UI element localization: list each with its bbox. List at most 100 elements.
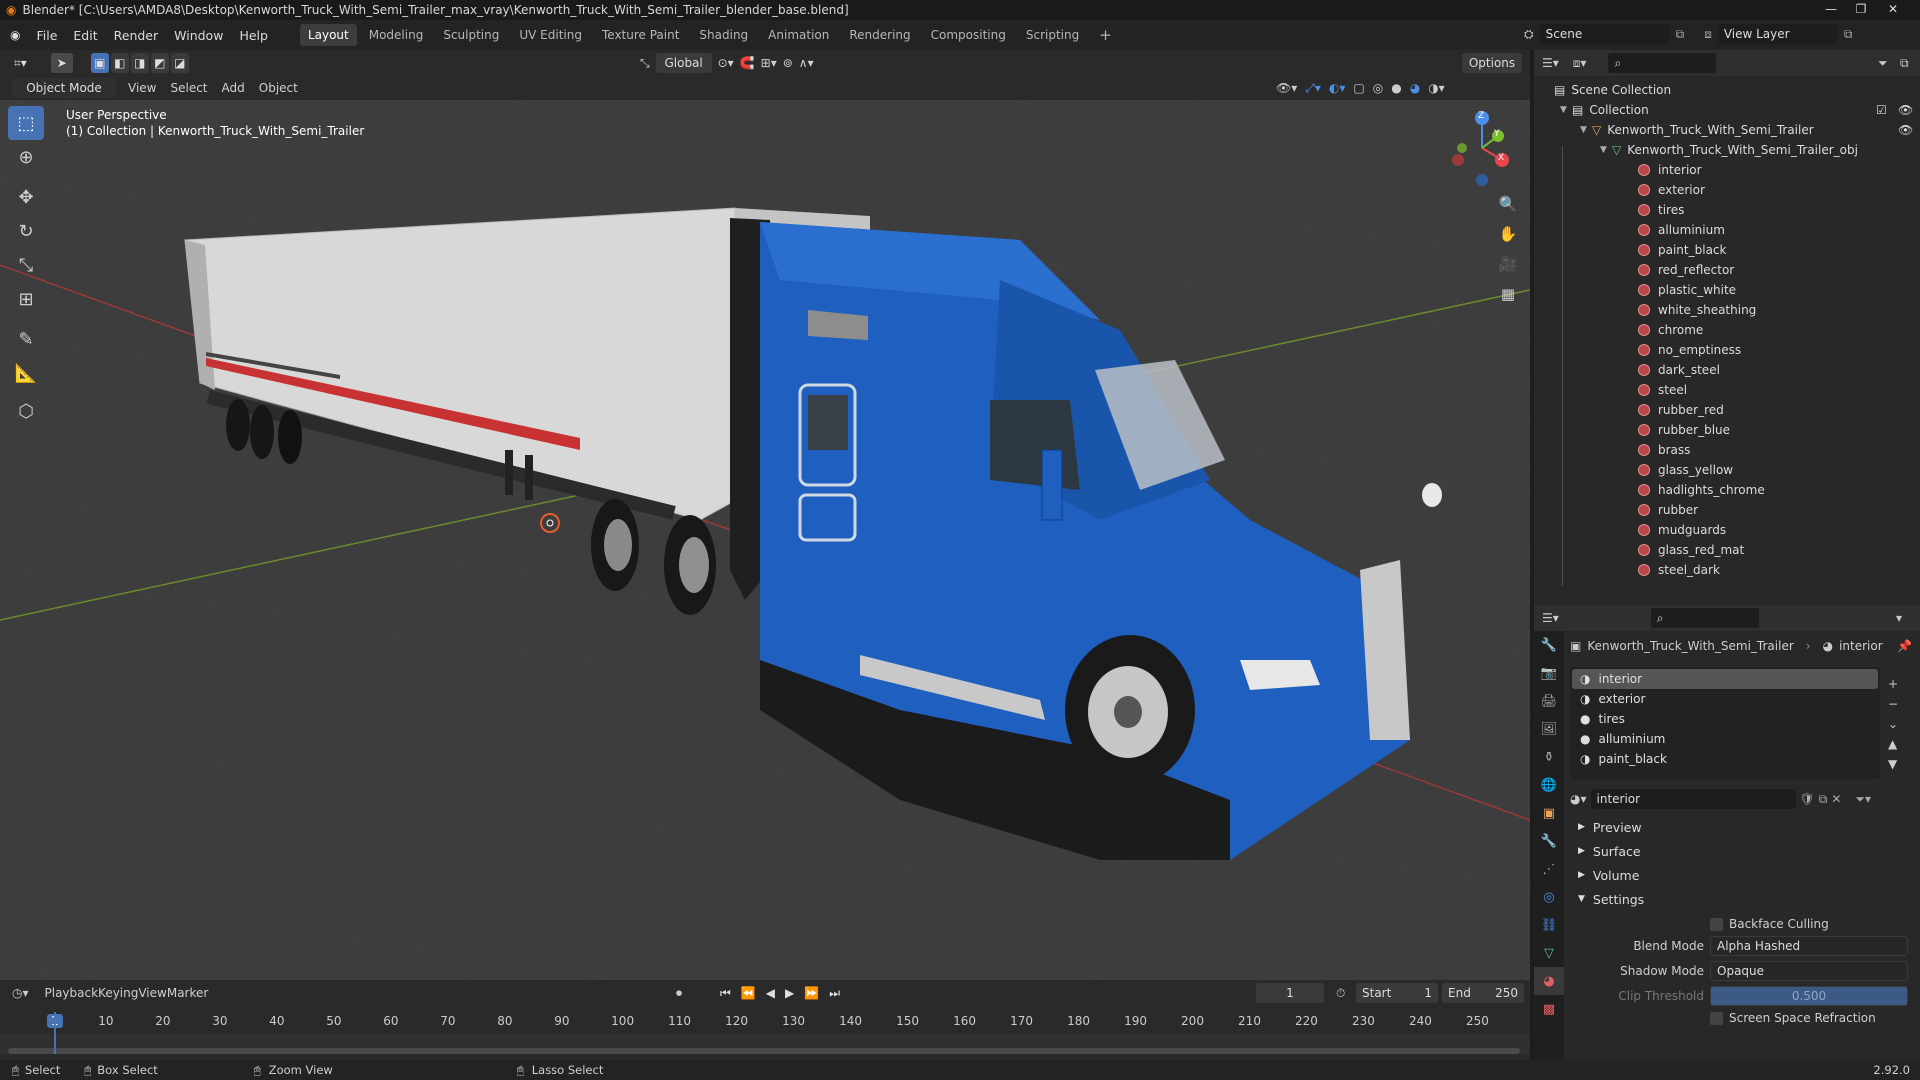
world-tab-icon[interactable]: 🌐 (1534, 771, 1564, 799)
timeline-menu-keying[interactable]: Keying (98, 986, 138, 1000)
output-tab-icon[interactable]: 🖨 (1534, 687, 1564, 715)
xray-icon[interactable]: ▢ (1353, 81, 1364, 95)
tab-modeling[interactable]: Modeling (361, 24, 432, 46)
timeline-ruler[interactable]: 1102030405060708090100110120130140150160… (0, 1014, 1530, 1034)
proportional-edit-icon[interactable]: ⊚ (783, 56, 793, 70)
viewport-menu-object[interactable]: Object (259, 81, 298, 95)
overlay-icon[interactable]: ◐▾ (1329, 81, 1346, 95)
visibility-icon[interactable]: 👁▾ (1276, 81, 1297, 95)
move-slot-down-icon[interactable]: ▼ (1888, 757, 1898, 771)
tab-sculpting[interactable]: Sculpting (435, 24, 507, 46)
outliner-material-item[interactable]: rubber (1534, 500, 1920, 520)
pivot-point-icon[interactable]: ⊙▾ (718, 56, 734, 70)
visibility-eye-icon[interactable]: 👁 (1898, 123, 1913, 137)
viewport-menu-add[interactable]: Add (222, 81, 245, 95)
jump-start-icon[interactable]: ⏮ (720, 986, 731, 1001)
outliner-material-item[interactable]: hadlights_chrome (1534, 480, 1920, 500)
blender-menu-icon[interactable]: ◉ (0, 28, 28, 42)
expand-icon[interactable]: ▼ (1560, 105, 1572, 115)
visibility-eye-icon[interactable]: 👁 (1898, 103, 1913, 117)
tab-texture-paint[interactable]: Texture Paint (594, 24, 687, 46)
modifier-tab-icon[interactable]: 🔧 (1534, 827, 1564, 855)
properties-options-icon[interactable]: ▾ (1896, 611, 1902, 625)
outliner-editor-icon[interactable]: ☰▾ (1542, 56, 1559, 70)
duplicate-material-icon[interactable]: ⧉ (1819, 792, 1828, 807)
menu-file[interactable]: File (28, 28, 65, 43)
transform-orientation-dropdown[interactable]: Global (655, 53, 712, 73)
new-scene-icon[interactable]: ⧉ (1676, 27, 1685, 42)
rotate-tool-icon[interactable]: ↻ (8, 214, 44, 248)
properties-search-input[interactable]: ⌕ (1650, 608, 1759, 628)
scale-tool-icon[interactable]: ⤡ (8, 248, 44, 282)
jump-end-icon[interactable]: ⏭ (829, 986, 840, 1001)
preview-panel-header[interactable]: ▶ Preview (1570, 815, 1916, 839)
outliner-material-item[interactable]: interior (1534, 160, 1920, 180)
clip-threshold-slider[interactable]: 0.500 (1710, 986, 1908, 1006)
outliner-material-item[interactable]: tires (1534, 200, 1920, 220)
material-slot[interactable]: ◑ interior (1572, 669, 1878, 689)
gizmo-icon[interactable]: ⤢▾ (1305, 81, 1321, 96)
outliner-material-item[interactable]: alluminium (1534, 220, 1920, 240)
material-tab-icon[interactable]: ◕ (1534, 967, 1564, 995)
constraints-tab-icon[interactable]: ⛓ (1534, 911, 1564, 939)
play-icon[interactable]: ▶ (785, 986, 794, 1001)
close-button[interactable]: ✕ (1880, 0, 1906, 18)
cursor-tool-icon[interactable]: ⊕ (8, 140, 44, 174)
outliner-material-item[interactable]: no_emptiness (1534, 340, 1920, 360)
transform-orientation-icon[interactable]: ⤡ (640, 56, 650, 71)
wireframe-shading-icon[interactable]: ◎ (1373, 81, 1383, 95)
minimize-button[interactable]: — (1818, 0, 1844, 18)
new-view-layer-icon[interactable]: ⧉ (1844, 27, 1853, 42)
outliner-material-item[interactable]: glass_yellow (1534, 460, 1920, 480)
outliner-material-item[interactable]: white_sheathing (1534, 300, 1920, 320)
timeline-editor-icon[interactable]: ◷▾ (12, 986, 29, 1000)
ortho-toggle-icon[interactable]: ▦ (1496, 282, 1520, 306)
blend-mode-dropdown[interactable]: Alpha Hashed (1710, 936, 1908, 956)
material-slot[interactable]: ● alluminium (1572, 729, 1878, 749)
maximize-button[interactable]: ❐ (1848, 0, 1874, 18)
outliner-scene-collection[interactable]: ▤ Scene Collection (1534, 80, 1920, 100)
backface-culling-checkbox[interactable] (1710, 917, 1723, 931)
outliner-material-item[interactable]: rubber_blue (1534, 420, 1920, 440)
remove-slot-icon[interactable]: − (1888, 697, 1898, 711)
prev-keyframe-icon[interactable]: ⏪ (741, 986, 756, 1001)
end-frame-field[interactable]: End 250 (1442, 983, 1524, 1003)
start-frame-field[interactable]: Start 1 (1356, 983, 1438, 1003)
measure-tool-icon[interactable]: 📐 (8, 356, 44, 390)
tool-tab-icon[interactable]: 🔧 (1534, 631, 1564, 659)
menu-window[interactable]: Window (166, 28, 231, 43)
next-keyframe-icon[interactable]: ⏩ (804, 986, 819, 1001)
volume-panel-header[interactable]: ▶ Volume (1570, 863, 1916, 887)
outliner-material-item[interactable]: dark_steel (1534, 360, 1920, 380)
play-reverse-icon[interactable]: ◀ (766, 986, 775, 1001)
solid-shading-icon[interactable]: ● (1391, 81, 1401, 95)
unlink-material-icon[interactable]: ✕ (1831, 792, 1841, 806)
tab-layout[interactable]: Layout (299, 24, 357, 46)
surface-panel-header[interactable]: ▶ Surface (1570, 839, 1916, 863)
rendered-shading-icon[interactable]: ◑▾ (1428, 81, 1445, 95)
browse-material-icon[interactable]: ◕▾ (1570, 792, 1587, 806)
material-slot[interactable]: ● tires (1572, 709, 1878, 729)
slot-specials-icon[interactable]: ⌄ (1888, 717, 1898, 731)
outliner-material-item[interactable]: brass (1534, 440, 1920, 460)
outliner-material-item[interactable]: paint_black (1534, 240, 1920, 260)
select-mode-extend-icon[interactable]: ◧ (110, 53, 129, 73)
expand-icon[interactable]: ▼ (1580, 125, 1592, 135)
scene-tab-icon[interactable]: ⚱ (1534, 743, 1564, 771)
playhead[interactable] (54, 1012, 56, 1054)
tab-compositing[interactable]: Compositing (923, 24, 1014, 46)
material-shading-icon[interactable]: ◕ (1410, 81, 1420, 95)
tab-shading[interactable]: Shading (691, 24, 756, 46)
tab-uv-editing[interactable]: UV Editing (511, 24, 590, 46)
outliner-material-item[interactable]: mudguards (1534, 520, 1920, 540)
view-layer-tab-icon[interactable]: 🖼 (1534, 715, 1564, 743)
outliner-material-item[interactable]: glass_red_mat (1534, 540, 1920, 560)
transform-tool-icon[interactable]: ⊞ (8, 282, 44, 316)
outliner-mesh[interactable]: ▼ ▽ Kenworth_Truck_With_Semi_Trailer_obj (1534, 140, 1920, 160)
timeline-menu-marker[interactable]: Marker (167, 986, 208, 1000)
pan-hand-icon[interactable]: ✋ (1496, 222, 1520, 246)
object-tab-icon[interactable]: ▣ (1534, 799, 1564, 827)
render-tab-icon[interactable]: 📷 (1534, 659, 1564, 687)
outliner-collection[interactable]: ▼ ▤ Collection ☑ 👁 (1534, 100, 1920, 120)
outliner-material-item[interactable]: steel_dark (1534, 560, 1920, 580)
